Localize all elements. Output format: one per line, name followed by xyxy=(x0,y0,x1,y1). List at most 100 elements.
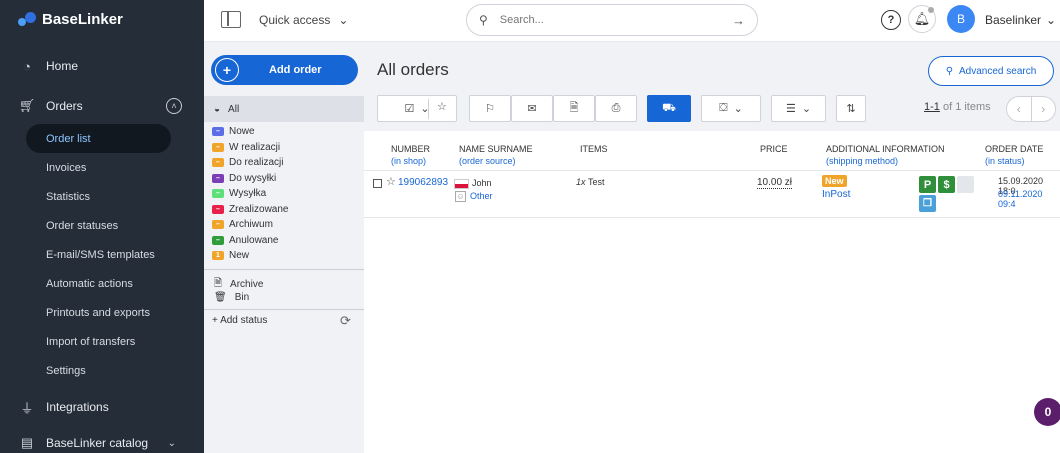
sort-button[interactable]: ⇅ xyxy=(836,95,866,122)
nav-order-statuses[interactable]: Order statuses xyxy=(0,211,204,240)
email-button[interactable]: ✉ xyxy=(511,95,553,122)
notifications-counter-button[interactable]: 0 xyxy=(1034,398,1060,426)
warehouse-dropdown[interactable]: ⛋ ⌄ xyxy=(701,95,761,122)
col-items[interactable]: ITEMS xyxy=(580,143,608,155)
avatar[interactable]: B xyxy=(947,5,975,33)
invoice-icon[interactable] xyxy=(957,176,974,193)
panel-toggle-icon[interactable] xyxy=(221,11,241,28)
pager-range[interactable]: 1-1 xyxy=(924,101,940,113)
status-item[interactable]: – Nowe xyxy=(212,124,362,140)
item-name: Test xyxy=(588,177,605,187)
search-submit-arrow-icon[interactable]: → xyxy=(732,13,745,28)
status-bin[interactable]: 🗑︎ Bin xyxy=(214,292,249,303)
star-icon[interactable]: ☆ xyxy=(437,100,447,113)
status-color-swatch: – xyxy=(212,158,224,168)
printer-icon: ⎙ xyxy=(611,102,621,114)
col-number[interactable]: NUMBER (in shop) xyxy=(391,143,430,167)
view-options-dropdown[interactable]: ☰ ⌄ xyxy=(771,95,826,122)
payment-dollar-icon[interactable]: $ xyxy=(938,176,955,193)
collapse-icon[interactable]: ˄ xyxy=(166,98,182,114)
status-item[interactable]: 1 New xyxy=(212,248,362,264)
parking-icon[interactable]: P xyxy=(919,176,936,193)
chevron-down-icon: ⌄ xyxy=(801,103,812,115)
quick-access-label: Quick access xyxy=(259,13,331,27)
chevron-right-icon[interactable]: › xyxy=(1032,97,1056,121)
status-label: Archiwum xyxy=(229,219,273,231)
col-date[interactable]: ORDER DATE (in status) xyxy=(985,143,1043,167)
document-button[interactable]: 🗎︎ xyxy=(553,95,595,122)
nav-order-list[interactable]: Order list xyxy=(26,124,171,153)
item-qty: 1x xyxy=(576,177,586,187)
shipping-button[interactable]: ⛟ xyxy=(647,95,691,122)
flag-button[interactable]: ⚐ xyxy=(469,95,511,122)
nav-integrations[interactable]: ⏚ Integrations xyxy=(0,389,204,425)
nav-orders[interactable]: 🛒︎ Orders ˄ xyxy=(0,88,204,124)
nav-invoices[interactable]: Invoices xyxy=(0,153,204,182)
chevron-down-icon: ⌄ xyxy=(733,103,743,115)
status-color-swatch: – xyxy=(212,127,224,137)
status-all-label: All xyxy=(228,103,240,115)
status-color-swatch: – xyxy=(212,142,224,152)
add-order-label: Add order xyxy=(269,64,322,76)
status-label: Anulowane xyxy=(229,234,279,246)
status-item[interactable]: – W realizacji xyxy=(212,140,362,156)
col-info[interactable]: ADDITIONAL INFORMATION (shipping method) xyxy=(826,143,945,167)
nav-printouts-exports[interactable]: Printouts and exports xyxy=(0,298,204,327)
status-item[interactable]: – Do realizacji xyxy=(212,155,362,171)
status-panel: + Add order ◒ All – Nowe – W realizacji – D… xyxy=(204,47,364,453)
status-color-swatch: – xyxy=(212,235,224,245)
status-item[interactable]: – Wysyłka xyxy=(212,186,362,202)
add-order-button[interactable]: + Add order xyxy=(211,55,358,85)
status-all[interactable]: ◒ All xyxy=(204,96,364,122)
nav-catalog[interactable]: ▤ BaseLinker catalog ⌄ xyxy=(0,425,204,453)
status-item[interactable]: – Anulowane xyxy=(212,233,362,249)
nav-automatic-actions[interactable]: Automatic actions xyxy=(0,269,204,298)
advanced-search-button[interactable]: ⚲ Advanced search xyxy=(928,56,1054,86)
order-source[interactable]: Other xyxy=(470,191,493,201)
status-item[interactable]: – Do wysyłki xyxy=(212,171,362,187)
status-item[interactable]: – Zrealizowane xyxy=(212,202,362,218)
divider xyxy=(204,309,364,310)
status-color-swatch: – xyxy=(212,173,224,183)
nav-settings[interactable]: Settings xyxy=(0,356,204,385)
catalog-icon: ▤ xyxy=(20,435,34,450)
notifications-bell-icon[interactable]: 🔔︎ xyxy=(908,5,936,33)
col-name[interactable]: NAME SURNAME (order source) xyxy=(459,143,533,167)
status-archive[interactable]: 🗎︎ Archive xyxy=(214,276,263,293)
nav-home-label: Home xyxy=(46,59,79,73)
col-date-label: ORDER DATE xyxy=(985,144,1044,154)
search-input[interactable] xyxy=(499,14,720,26)
divider xyxy=(364,217,1060,218)
nav-home[interactable]: ◔ Home xyxy=(0,48,204,84)
search-icon: ⚲ xyxy=(479,13,488,27)
user-menu[interactable]: Baselinker ⌄ xyxy=(985,13,1056,27)
order-price: 10.00 zł xyxy=(757,177,793,189)
col-price[interactable]: PRICE xyxy=(760,143,788,155)
status-item[interactable]: – Archiwum xyxy=(212,217,362,233)
col-date-sub: (in status) xyxy=(985,156,1025,166)
row-checkbox[interactable] xyxy=(373,179,382,188)
nav-email-sms-templates[interactable]: E-mail/SMS templates xyxy=(0,240,204,269)
refresh-icon[interactable]: ⟳ xyxy=(340,313,351,329)
advanced-search-label: Advanced search xyxy=(959,65,1037,77)
brand-name: BaseLinker xyxy=(42,10,123,28)
shipping-method[interactable]: InPost xyxy=(822,189,850,200)
copy-document-icon[interactable]: ❐ xyxy=(919,195,936,212)
quick-access-menu[interactable]: Quick access ⌄ xyxy=(259,13,348,27)
nav-statistics[interactable]: Statistics xyxy=(0,182,204,211)
chevron-left-icon[interactable]: ‹ xyxy=(1007,97,1032,121)
add-status-link[interactable]: + Add status xyxy=(212,315,267,326)
select-all-dropdown[interactable]: ☑ ⌄ ☆ xyxy=(377,95,457,122)
truck-icon: ⛟ xyxy=(662,101,676,114)
print-button[interactable]: ⎙ xyxy=(595,95,637,122)
inbox-icon: ◒ xyxy=(214,103,221,115)
page-title: All orders xyxy=(377,60,449,79)
status-label: Do wysyłki xyxy=(229,172,277,184)
status-count-badge: 1 xyxy=(212,251,224,261)
help-icon[interactable]: ? xyxy=(881,10,901,30)
nav-import-transfers[interactable]: Import of transfers xyxy=(0,327,204,356)
star-icon[interactable]: ☆ xyxy=(386,175,396,188)
pager-info: 1-1 of 1 items xyxy=(924,101,991,113)
brand-logo[interactable]: BaseLinker xyxy=(0,0,204,38)
order-number-link[interactable]: 199062893 xyxy=(398,177,448,188)
